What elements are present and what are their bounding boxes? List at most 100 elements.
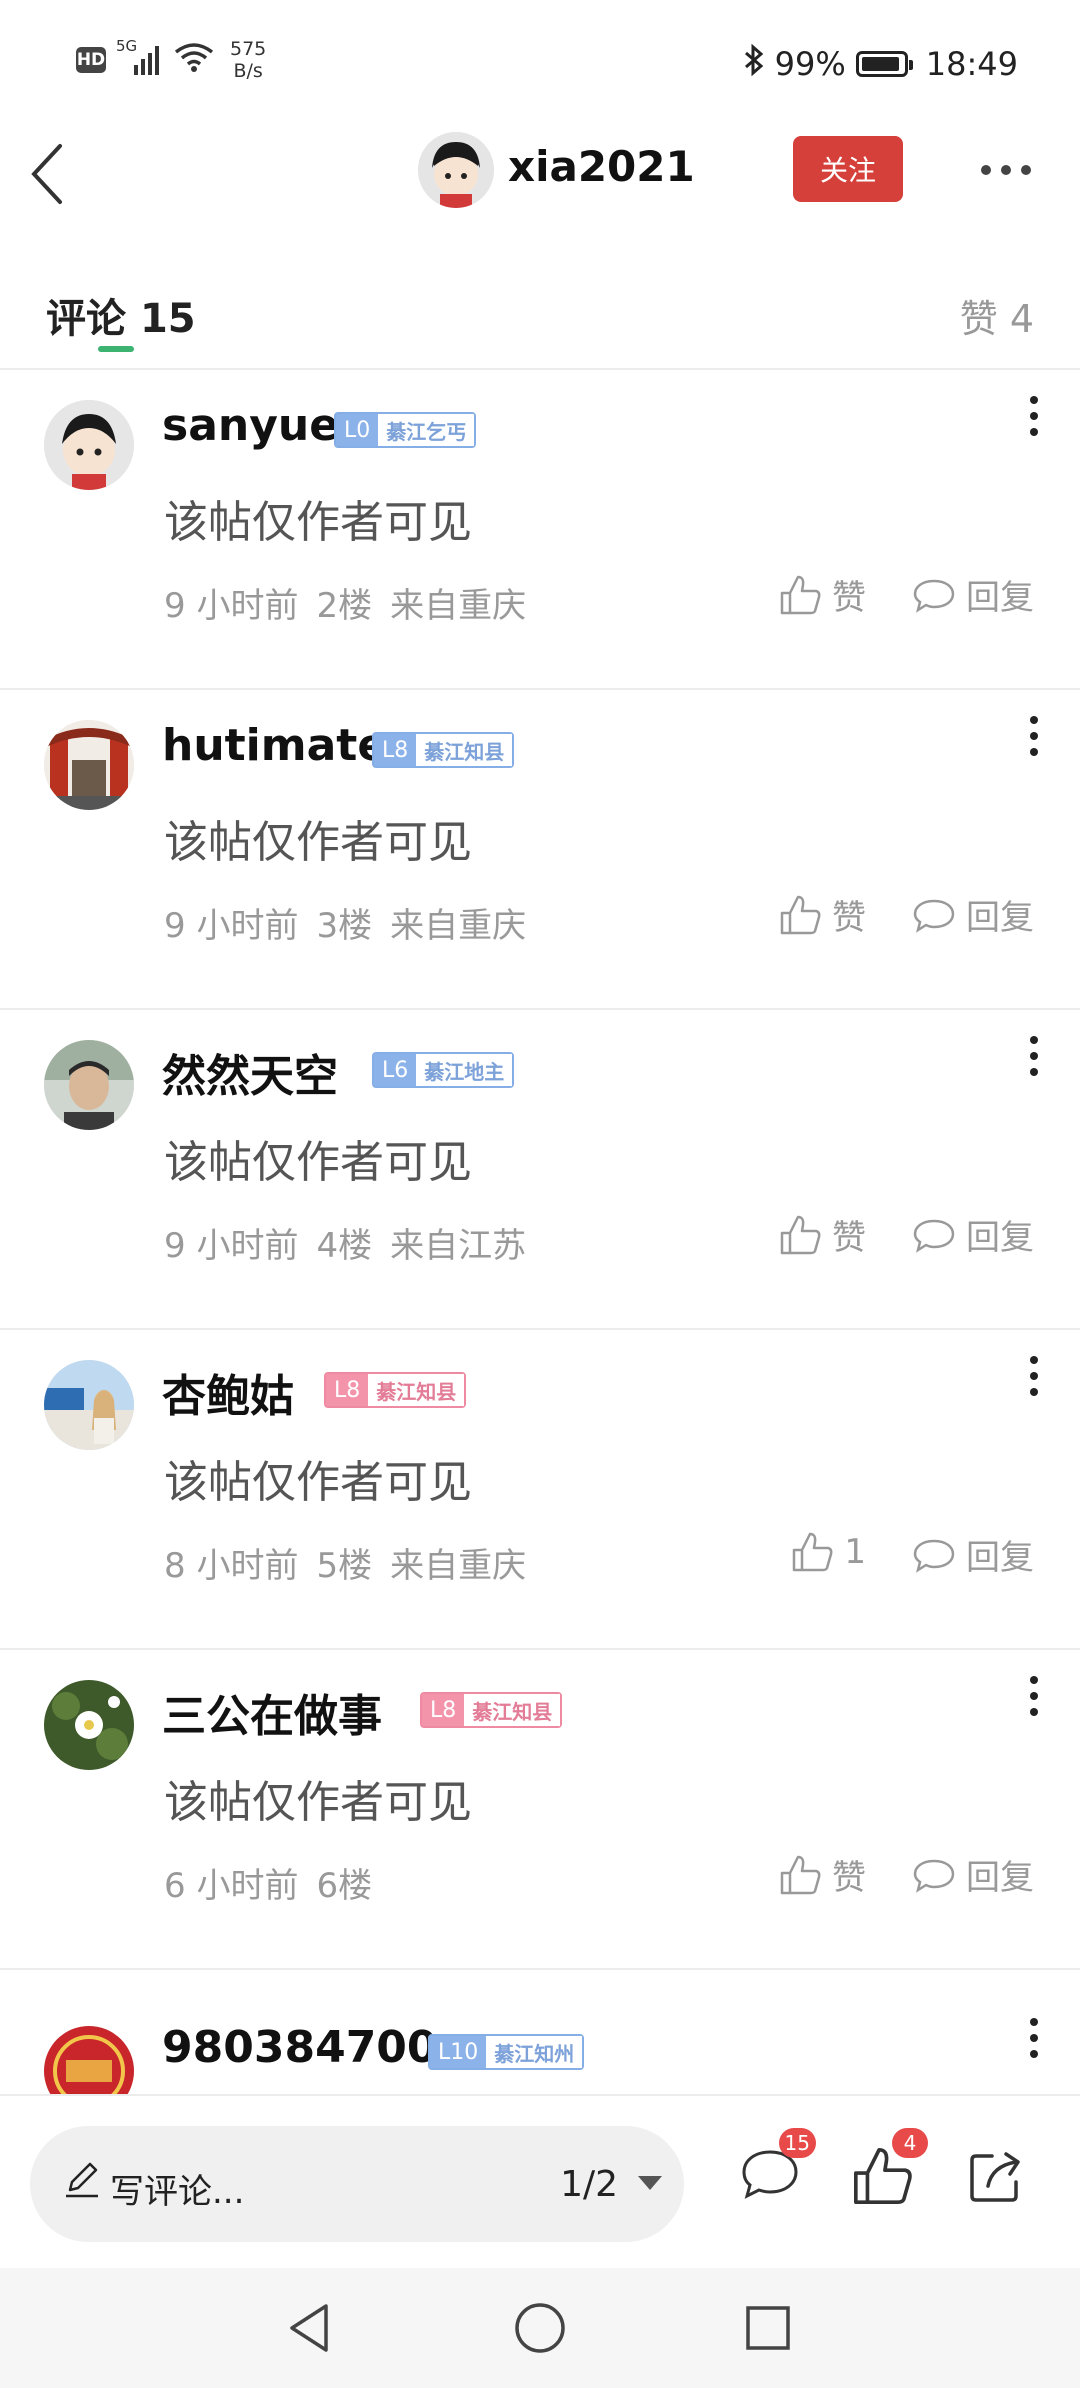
page-selector[interactable]: 1/2 (560, 2164, 618, 2205)
comment-menu-button[interactable] (1024, 1676, 1044, 1726)
thumb-up-icon (780, 895, 821, 934)
level-title: 綦江知州 (486, 2036, 583, 2068)
level-badge: L6 綦江地主 (372, 1052, 515, 1088)
nav-back-button[interactable] (280, 2298, 340, 2358)
triangle-back-icon (290, 2304, 328, 2352)
commenter-avatar[interactable] (44, 720, 134, 810)
net-speed-value: 575 (230, 38, 267, 60)
nav-home-button[interactable] (510, 2298, 570, 2358)
like-label: 赞 (832, 1218, 866, 1258)
comment-location: 来自重庆 (390, 906, 527, 946)
level-badge: L8 綦江知县 (324, 1372, 467, 1408)
reply-button[interactable]: 回复 (912, 1530, 1034, 1579)
reply-button[interactable]: 回复 (912, 570, 1034, 619)
more-button[interactable] (976, 150, 1036, 190)
reply-button[interactable]: 回复 (912, 890, 1034, 939)
commenter-avatar[interactable] (44, 1680, 134, 1770)
comment-location: 来自重庆 (390, 1546, 527, 1586)
comment-meta: 9 小时前 2楼 来自重庆 (164, 578, 544, 627)
thumb-up-icon (780, 1855, 821, 1894)
comment-time: 9 小时前 (164, 1226, 299, 1266)
commenter-name[interactable]: hutimate (162, 720, 387, 771)
dropdown-caret-icon[interactable] (638, 2176, 662, 2190)
commenter-avatar[interactable] (44, 1360, 134, 1450)
comment-menu-button[interactable] (1024, 1356, 1044, 1406)
level-title: 綦江乞丐 (378, 414, 475, 446)
signal-type: 5G (116, 37, 138, 55)
commenter-name[interactable]: 三公在做事 (162, 1680, 382, 1744)
commenter-name[interactable]: 杏鲍姑 (162, 1360, 294, 1424)
thumb-up-icon (780, 575, 821, 614)
comment-menu-button[interactable] (1024, 1036, 1044, 1086)
like-button[interactable]: 1 (790, 1530, 866, 1574)
active-tab-indicator (98, 346, 134, 352)
comment-count-badge: 15 (778, 2128, 816, 2158)
follow-button[interactable]: 关注 (793, 136, 903, 202)
net-speed-unit: B/s (233, 60, 263, 82)
comment-meta: 9 小时前 3楼 来自重庆 (164, 898, 544, 947)
comment-menu-button[interactable] (1024, 2018, 1044, 2068)
comment-location: 来自重庆 (390, 586, 527, 626)
reply-button[interactable]: 回复 (912, 1850, 1034, 1899)
comment-text: 该帖仅作者可见 (164, 1457, 472, 1508)
like-button[interactable]: 赞 (778, 570, 866, 619)
commenter-avatar[interactable] (44, 400, 134, 490)
like-button[interactable]: 赞 (778, 1850, 866, 1899)
level-badge: L0 綦江乞丐 (334, 412, 477, 448)
tab-likes-label: 赞 (959, 297, 998, 341)
share-button[interactable] (964, 2144, 1028, 2208)
comment-item: 三公在做事 L8 綦江知县 该帖仅作者可见 6 小时前 6楼 赞 回复 (0, 1650, 1080, 1970)
commenter-name[interactable]: sanyue (162, 400, 339, 451)
like-button[interactable]: 赞 (778, 890, 866, 939)
tab-likes[interactable]: 赞 4 (960, 288, 1034, 343)
comment-menu-button[interactable] (1024, 716, 1044, 766)
chat-bubble-icon (913, 899, 955, 933)
comment-text: 该帖仅作者可见 (164, 1137, 472, 1188)
commenter-name[interactable]: 然然天空 (162, 1040, 338, 1104)
chat-bubble-icon (913, 579, 955, 613)
write-comment-input[interactable]: 写评论... 1/2 (30, 2126, 684, 2242)
level-number: L10 (430, 2036, 487, 2068)
reply-label: 回复 (966, 1538, 1034, 1578)
tab-comments[interactable]: 评论 15 (46, 286, 196, 344)
comment-item: sanyue L0 綦江乞丐 该帖仅作者可见 9 小时前 2楼 来自重庆 赞 回复 (0, 370, 1080, 690)
share-icon (970, 2152, 1020, 2202)
nav-recents-button[interactable] (738, 2298, 798, 2358)
commenter-avatar[interactable] (44, 1040, 134, 1130)
comment-time: 9 小时前 (164, 586, 299, 626)
comment-floor: 4楼 (316, 1226, 373, 1266)
comment-menu-button[interactable] (1024, 396, 1044, 446)
commenter-avatar[interactable] (44, 2026, 134, 2094)
author-name[interactable]: xia2021 (508, 142, 695, 191)
comment-item: hutimate L8 綦江知县 该帖仅作者可见 9 小时前 3楼 来自重庆 赞 回… (0, 690, 1080, 1010)
like-label: 赞 (832, 1858, 866, 1898)
like-label: 赞 (832, 898, 866, 938)
hd-indicator: HD (76, 47, 106, 73)
back-button[interactable] (24, 138, 84, 208)
tab-bar: 评论 15 赞 4 (0, 262, 1080, 370)
author-avatar[interactable] (418, 132, 494, 208)
chat-bubble-icon (913, 1219, 955, 1253)
like-count-badge: 4 (892, 2128, 928, 2158)
tab-comments-count: 15 (139, 296, 196, 342)
comment-meta: 6 小时前 6楼 (164, 1858, 390, 1907)
clock: 18:49 (925, 45, 1018, 83)
more-icon (981, 165, 1031, 175)
reply-label: 回复 (966, 578, 1034, 618)
wifi-icon (174, 42, 214, 78)
commenter-name[interactable]: 980384700 (162, 2022, 438, 2073)
reply-button[interactable]: 回复 (912, 1210, 1034, 1259)
level-number: L8 (326, 1374, 369, 1406)
battery-percent: 99% (774, 45, 846, 83)
like-button[interactable]: 赞 (778, 1210, 866, 1259)
system-nav-bar (0, 2268, 1080, 2388)
status-right: 99% 18:49 (743, 43, 1018, 84)
comment-floor: 6楼 (316, 1866, 373, 1906)
reply-label: 回复 (966, 1218, 1034, 1258)
level-number: L0 (336, 414, 379, 446)
back-icon (31, 144, 62, 204)
level-number: L8 (422, 1694, 465, 1726)
reply-label: 回复 (966, 898, 1034, 938)
like-post-button[interactable]: 4 (850, 2128, 928, 2208)
comments-button[interactable]: 15 (738, 2128, 816, 2208)
